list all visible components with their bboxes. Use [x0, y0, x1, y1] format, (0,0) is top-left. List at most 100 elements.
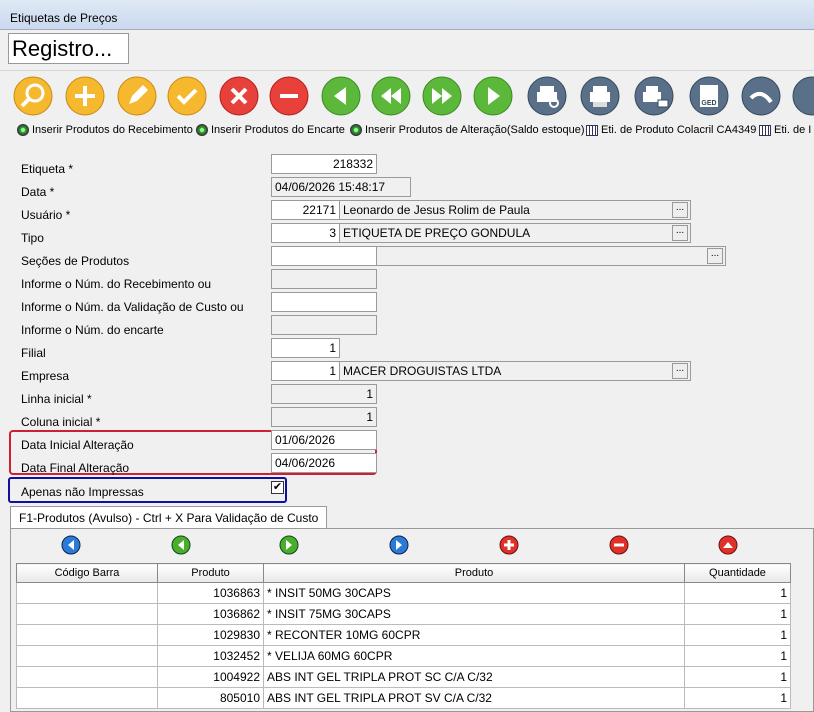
- link-inserir-recebimento[interactable]: Inserir Produtos do Recebimento: [17, 124, 193, 136]
- tab-produtos-avulso[interactable]: F1-Produtos (Avulso) - Ctrl + X Para Val…: [10, 506, 328, 528]
- empresa-code-field[interactable]: 1: [271, 361, 340, 381]
- table-row[interactable]: 1029830 * RECONTER 10MG 60CPR 1: [16, 624, 791, 646]
- prev-record-icon[interactable]: [171, 535, 191, 555]
- table-row[interactable]: 805010 ABS INT GEL TRIPLA PROT SV C/A C/3…: [16, 687, 791, 709]
- print-icon[interactable]: [580, 76, 620, 116]
- cell-produto-code: 1029830: [157, 624, 264, 646]
- edit-icon[interactable]: [117, 76, 157, 116]
- linha-label: Linha inicial *: [21, 392, 92, 406]
- data-final-label: Data Final Alteração: [21, 461, 130, 475]
- cell-produto-name: ABS INT GEL TRIPLA PROT SC C/A C/32: [263, 666, 685, 688]
- empresa-lookup-button[interactable]: ...: [672, 363, 688, 379]
- cell-codigo: [16, 666, 158, 688]
- tipo-lookup-button[interactable]: ...: [672, 225, 688, 241]
- cell-produto-code: 805010: [157, 687, 264, 709]
- green-dot-icon: [196, 124, 208, 136]
- search-icon[interactable]: [13, 76, 53, 116]
- cell-codigo: [16, 603, 158, 625]
- cell-codigo: [16, 645, 158, 667]
- print-email-icon[interactable]: [634, 76, 674, 116]
- cell-produto-code: 1004922: [157, 666, 264, 688]
- empresa-name-field: MACER DROGUISTAS LTDA: [339, 361, 691, 381]
- usuario-name-field: Leonardo de Jesus Rolim de Paula: [339, 200, 691, 220]
- cell-quantidade: 1: [684, 645, 791, 667]
- first-icon[interactable]: [321, 76, 361, 116]
- remove-record-icon[interactable]: [609, 535, 629, 555]
- first-record-icon[interactable]: [61, 535, 81, 555]
- tipo-code-field[interactable]: 3: [271, 223, 340, 243]
- col-produto-name[interactable]: Produto: [263, 563, 685, 583]
- linha-field[interactable]: 1: [271, 384, 377, 404]
- data-inicial-label: Data Inicial Alteração: [21, 438, 134, 452]
- delete-icon[interactable]: [219, 76, 259, 116]
- previous-icon[interactable]: [371, 76, 411, 116]
- ged-icon[interactable]: GED: [689, 76, 729, 116]
- confirm-icon[interactable]: [167, 76, 207, 116]
- usuario-lookup-button[interactable]: ...: [672, 202, 688, 218]
- coluna-field[interactable]: 1: [271, 407, 377, 427]
- col-codigo-barra[interactable]: Código Barra: [16, 563, 158, 583]
- secoes-name-field: [376, 246, 726, 266]
- tipo-name-field: ETIQUETA DE PREÇO GONDULA: [339, 223, 691, 243]
- last-record-icon[interactable]: [389, 535, 409, 555]
- products-table: Código Barra Produto Produto Quantidade …: [16, 563, 791, 709]
- cell-codigo: [16, 582, 158, 604]
- print-preview-icon[interactable]: [527, 76, 567, 116]
- secoes-lookup-button[interactable]: ...: [707, 248, 723, 264]
- recebimento-field[interactable]: [271, 269, 377, 289]
- usuario-label: Usuário *: [21, 208, 71, 222]
- cell-produto-name: * VELIJA 60MG 60CPR: [263, 645, 685, 667]
- table-row[interactable]: 1036862 * INSIT 75MG 30CAPS 1: [16, 603, 791, 625]
- col-produto-code[interactable]: Produto: [157, 563, 264, 583]
- next-icon[interactable]: [422, 76, 462, 116]
- title-bar: Etiquetas de Preços: [0, 0, 814, 30]
- link-inserir-encarte[interactable]: Inserir Produtos do Encarte: [196, 124, 345, 136]
- etiqueta-field[interactable]: 218332: [271, 154, 377, 174]
- next-record-icon[interactable]: [279, 535, 299, 555]
- link-bar: Inserir Produtos do Recebimento Inserir …: [0, 121, 814, 143]
- encarte-label: Informe o Núm. do encarte: [21, 323, 164, 337]
- cell-quantidade: 1: [684, 582, 791, 604]
- up-record-icon[interactable]: [718, 535, 738, 555]
- back-icon[interactable]: [741, 76, 781, 116]
- link-eti-colacril[interactable]: Eti. de Produto Colacril CA4349: [586, 124, 756, 136]
- filial-field[interactable]: 1: [271, 338, 340, 358]
- data-inicial-field[interactable]: 01/06/2026: [271, 430, 377, 450]
- secoes-code-field[interactable]: [271, 246, 377, 266]
- cell-produto-name: ABS INT GEL TRIPLA PROT SV C/A C/32: [263, 687, 685, 709]
- table-row[interactable]: 1004922 ABS INT GEL TRIPLA PROT SC C/A C/…: [16, 666, 791, 688]
- link-eti-more[interactable]: Eti. de I: [759, 124, 811, 136]
- cell-produto-name: * INSIT 50MG 30CAPS: [263, 582, 685, 604]
- cell-quantidade: 1: [684, 624, 791, 646]
- add-record-icon[interactable]: [499, 535, 519, 555]
- cell-quantidade: 1: [684, 603, 791, 625]
- encarte-field[interactable]: [271, 315, 377, 335]
- coluna-label: Coluna inicial *: [21, 415, 101, 429]
- cell-produto-code: 1036862: [157, 603, 264, 625]
- tipo-label: Tipo: [21, 231, 44, 245]
- remove-icon[interactable]: [269, 76, 309, 116]
- green-dot-icon: [17, 124, 29, 136]
- empresa-label: Empresa: [21, 369, 70, 383]
- data-final-field[interactable]: 04/06/2026: [271, 453, 377, 473]
- validacao-field[interactable]: [271, 292, 377, 312]
- apenas-checkbox[interactable]: ✔: [271, 481, 284, 494]
- filial-label: Filial: [21, 346, 46, 360]
- cell-produto-name: * INSIT 75MG 30CAPS: [263, 603, 685, 625]
- registro-combo[interactable]: Registro...: [8, 33, 129, 64]
- usuario-code-field[interactable]: 22171: [271, 200, 340, 220]
- table-row[interactable]: 1032452 * VELIJA 60MG 60CPR 1: [16, 645, 791, 667]
- cell-produto-name: * RECONTER 10MG 60CPR: [263, 624, 685, 646]
- col-quantidade[interactable]: Quantidade: [684, 563, 791, 583]
- table-row[interactable]: 1036863 * INSIT 50MG 30CAPS 1: [16, 582, 791, 604]
- data-field: 04/06/2026 15:48:17: [271, 177, 411, 197]
- grid-icon: [586, 124, 598, 136]
- grid-icon: [759, 124, 771, 136]
- window-title: Etiquetas de Preços: [10, 11, 118, 25]
- cell-produto-code: 1032452: [157, 645, 264, 667]
- more-icon[interactable]: [792, 76, 814, 116]
- green-dot-icon: [350, 124, 362, 136]
- last-icon[interactable]: [473, 76, 513, 116]
- link-inserir-alteracao[interactable]: Inserir Produtos de Alteração(Saldo esto…: [350, 124, 585, 136]
- add-icon[interactable]: [65, 76, 105, 116]
